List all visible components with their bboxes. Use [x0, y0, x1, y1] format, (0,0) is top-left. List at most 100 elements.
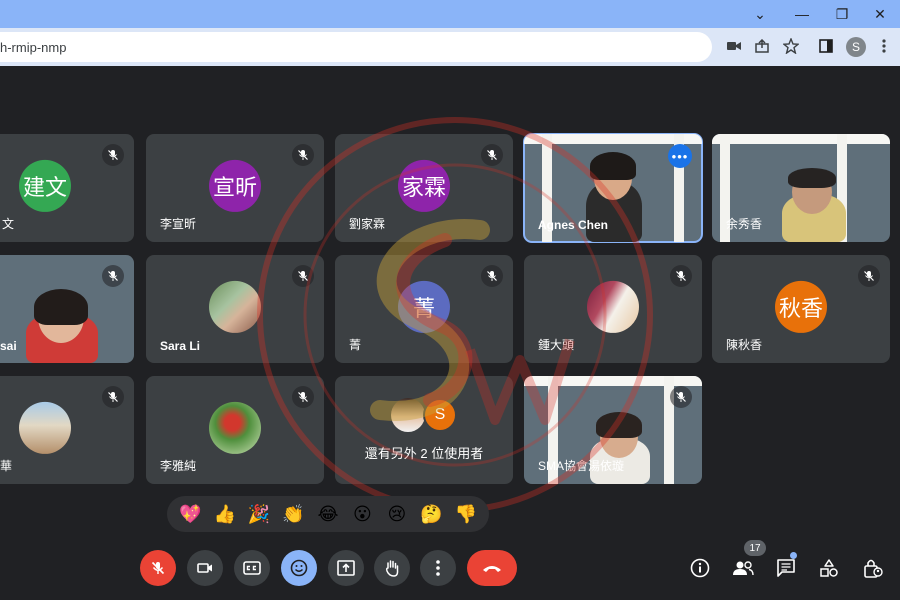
mic-off-icon — [292, 386, 314, 408]
avatar: 建文 — [19, 159, 71, 212]
avatar: 宣昕 — [209, 159, 261, 212]
avatar — [209, 401, 261, 454]
mic-off-icon — [858, 265, 880, 287]
participant-name: 菁 — [349, 338, 362, 352]
hang-up-icon — [483, 566, 501, 572]
avatar: 菁 — [398, 280, 450, 333]
participant-tile[interactable]: 宣昕 李宣昕 — [146, 134, 324, 242]
clapping-reaction[interactable]: 👏 — [279, 504, 309, 525]
more-options-button[interactable]: ••• — [668, 144, 692, 168]
mic-off-icon — [151, 561, 165, 575]
thinking-reaction[interactable]: 🤔 — [416, 504, 446, 525]
participant-tile[interactable]: 鍾大頭 — [524, 255, 702, 363]
restore-button[interactable]: ❐ — [822, 0, 862, 28]
participant-name: 陳秋香 — [726, 338, 763, 352]
mic-off-icon — [670, 265, 692, 287]
star-icon[interactable] — [777, 32, 805, 60]
raise-hand-button[interactable] — [374, 550, 410, 586]
share-icon[interactable] — [748, 32, 776, 60]
smiley-icon — [290, 559, 308, 577]
closed-captions-icon — [243, 561, 261, 575]
participant-tile-video[interactable]: 余秀香 — [712, 134, 890, 242]
mic-off-icon — [670, 386, 692, 408]
participant-tile[interactable]: 家霖 劉家霖 — [335, 134, 513, 242]
participant-name: 余秀香 — [726, 217, 763, 231]
shapes-icon — [820, 559, 838, 577]
mic-off-icon — [481, 144, 503, 166]
participant-tile[interactable]: 秋香 陳秋香 — [712, 255, 890, 363]
camera-toggle-button[interactable] — [187, 550, 223, 586]
more-options-button[interactable] — [420, 550, 456, 586]
mic-off-icon — [481, 265, 503, 287]
participant-name: Agnes Chen — [538, 218, 609, 232]
avatar — [391, 398, 425, 432]
chat-icon — [777, 559, 795, 577]
leave-call-button[interactable] — [467, 550, 517, 586]
participant-name: 李宣昕 — [160, 217, 197, 231]
participant-name: 鍾大頭 — [538, 338, 575, 352]
participant-name: SMA協會湯依璇 — [538, 459, 625, 473]
participant-tile[interactable]: Sara Li — [146, 255, 324, 363]
sidepanel-icon[interactable] — [812, 32, 840, 60]
browser-toolbar: h-rmip-nmp S — [0, 28, 900, 66]
lock-person-icon — [864, 559, 883, 578]
captions-button[interactable] — [234, 550, 270, 586]
crying-reaction[interactable]: 😢 — [382, 504, 412, 525]
heart-reaction[interactable]: 💖 — [175, 504, 205, 525]
activities-button[interactable] — [814, 553, 844, 583]
avatar: 秋香 — [775, 280, 827, 333]
present-screen-button[interactable] — [328, 550, 364, 586]
mic-off-icon — [292, 265, 314, 287]
participant-tile-video[interactable]: sai — [0, 255, 134, 363]
reactions-bar: 💖 👍 🎉 👏 😂 😮 😢 🤔 👎 — [167, 496, 489, 532]
url-text[interactable]: h-rmip-nmp — [0, 40, 66, 55]
participant-tile[interactable]: 建文 文 — [0, 134, 134, 242]
unread-indicator — [790, 552, 797, 559]
avatar — [587, 280, 639, 333]
participant-tile[interactable]: 華 — [0, 376, 134, 484]
mic-off-icon — [102, 144, 124, 166]
reactions-button[interactable] — [281, 550, 317, 586]
host-controls-button[interactable] — [858, 553, 888, 583]
mic-off-icon — [292, 144, 314, 166]
people-icon — [733, 561, 754, 576]
more-participants-tile[interactable]: S 還有另外 2 位使用者 — [335, 376, 513, 484]
more-participants-label: 還有另外 2 位使用者 — [364, 446, 484, 461]
participant-name: sai — [0, 339, 17, 353]
address-bar[interactable]: h-rmip-nmp — [0, 32, 712, 62]
mic-off-icon — [102, 386, 124, 408]
browser-titlebar: ⌄ — ❐ ✕ — [0, 0, 900, 28]
meeting-details-button[interactable] — [685, 553, 715, 583]
chevron-down-icon[interactable]: ⌄ — [740, 0, 780, 28]
people-button[interactable] — [728, 553, 758, 583]
info-icon — [690, 558, 710, 578]
participant-tile[interactable]: 李雅純 — [146, 376, 324, 484]
mic-off-icon — [102, 265, 124, 287]
thumbs-down-reaction[interactable]: 👎 — [451, 504, 481, 525]
minimize-button[interactable]: — — [782, 0, 822, 28]
hand-icon — [385, 560, 399, 577]
avatar: 家霖 — [398, 159, 450, 212]
mic-toggle-button[interactable] — [140, 550, 176, 586]
participant-name: 文 — [2, 217, 15, 231]
participant-name: 劉家霖 — [349, 217, 386, 231]
more-vert-icon — [436, 560, 440, 576]
camera-icon[interactable] — [720, 32, 748, 60]
video-camera-icon — [197, 563, 212, 573]
laughing-reaction[interactable]: 😂 — [313, 504, 343, 525]
chat-button[interactable] — [771, 553, 801, 583]
surprised-reaction[interactable]: 😮 — [347, 504, 377, 525]
participant-tile-video[interactable]: ••• Agnes Chen — [523, 133, 703, 243]
profile-avatar[interactable]: S — [846, 37, 866, 57]
avatar — [19, 401, 71, 454]
thumbs-up-reaction[interactable]: 👍 — [210, 504, 240, 525]
participant-tile[interactable]: 菁 菁 — [335, 255, 513, 363]
avatar: S — [423, 398, 457, 432]
avatar — [209, 280, 261, 333]
participant-tile-video[interactable]: SMA協會湯依璇 — [524, 376, 702, 484]
party-popper-reaction[interactable]: 🎉 — [244, 504, 274, 525]
present-screen-icon — [337, 560, 355, 576]
close-button[interactable]: ✕ — [860, 0, 900, 28]
more-vert-icon[interactable] — [870, 32, 898, 60]
participant-name: 華 — [0, 459, 13, 473]
